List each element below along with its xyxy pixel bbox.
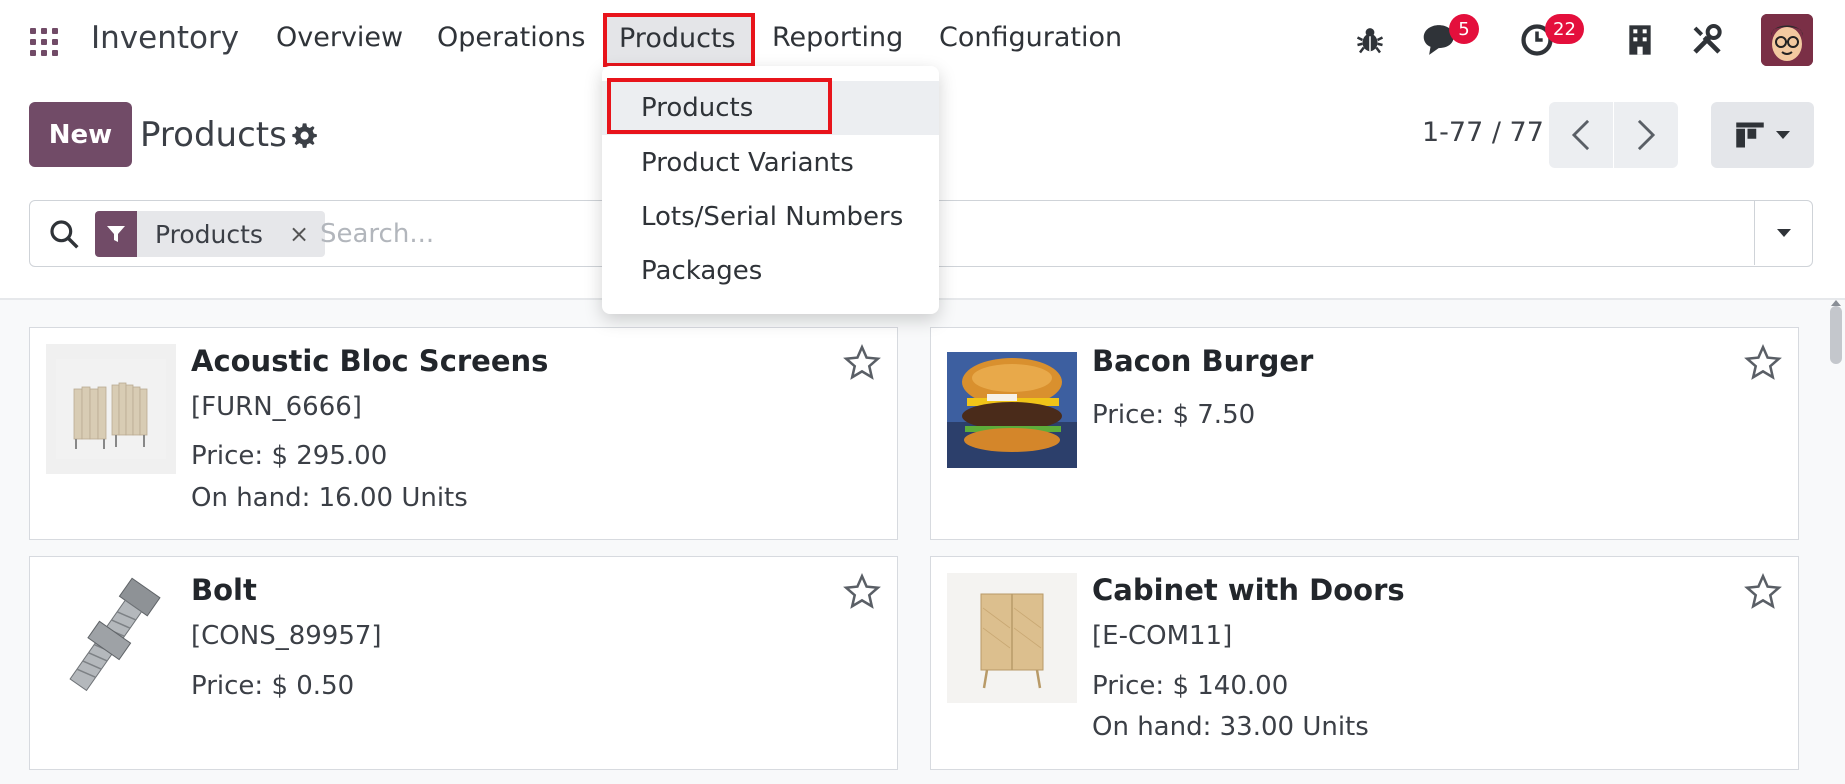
product-ref: [CONS_89957] [191,621,382,651]
product-ref: [FURN_6666] [191,392,362,422]
new-button[interactable]: New [29,102,132,167]
product-price: Price: $ 295.00 [191,441,388,471]
product-price: Price: $ 7.50 [1092,400,1256,430]
menu-configuration[interactable]: Configuration [939,22,1122,53]
chevron-left-icon [1571,119,1590,151]
menu-reporting[interactable]: Reporting [772,22,903,53]
search-facet: Products × [95,211,326,257]
product-name: Acoustic Bloc Screens [191,344,549,378]
product-price: Price: $ 0.50 [191,671,355,701]
page-title: Products [140,115,287,155]
building-icon[interactable] [1618,18,1662,62]
gear-icon[interactable] [290,121,318,149]
search-options-toggle[interactable] [1754,201,1812,265]
dropdown-item-product-variants[interactable]: Product Variants [602,136,939,190]
products-dropdown-menu: Products Product Variants Lots/Serial Nu… [602,66,939,314]
product-card[interactable]: Bolt [CONS_89957] Price: $ 0.50 [29,556,898,770]
product-name: Bacon Burger [1092,344,1314,378]
dropdown-item-lots-serial-numbers[interactable]: Lots/Serial Numbers [602,190,939,244]
view-switcher-button[interactable] [1711,102,1814,168]
product-card[interactable]: Cabinet with Doors [E-COM11] Price: $ 14… [930,556,1799,770]
search-icon[interactable] [48,218,80,250]
facet-remove-icon[interactable]: × [289,220,309,248]
cabinet-image [947,573,1077,703]
star-icon[interactable] [1744,344,1782,382]
tools-icon[interactable] [1685,18,1729,62]
caret-down-icon [1775,131,1790,139]
acoustic-screens-image [46,344,176,474]
star-icon[interactable] [843,573,881,611]
dropdown-item-packages[interactable]: Packages [602,244,939,298]
bolt-image [46,573,176,703]
scrollbar-thumb[interactable] [1830,306,1842,364]
chevron-right-icon [1637,119,1656,151]
product-ref: [E-COM11] [1092,621,1233,651]
burger-image [947,352,1077,468]
facet-label: Products [155,219,263,249]
pager-value[interactable]: 1-77 / 77 [1422,117,1544,148]
product-price: Price: $ 140.00 [1092,671,1289,701]
app-name[interactable]: Inventory [91,20,239,56]
menu-overview[interactable]: Overview [276,22,403,53]
avatar[interactable] [1761,14,1813,66]
kanban-view-icon [1735,122,1764,148]
pager-next-button[interactable] [1614,102,1678,168]
star-icon[interactable] [843,344,881,382]
product-card[interactable]: Acoustic Bloc Screens [FURN_6666] Price:… [29,327,898,540]
highlight-box [607,78,832,134]
bug-icon[interactable] [1348,18,1392,62]
menu-operations[interactable]: Operations [437,22,585,53]
product-on-hand: On hand: 16.00 Units [191,483,468,513]
messages-badge: 5 [1449,14,1479,44]
product-card[interactable]: Bacon Burger Price: $ 7.50 [930,327,1799,540]
pager-previous-button[interactable] [1549,102,1613,168]
menu-products[interactable]: Products [603,13,755,67]
product-on-hand: On hand: 33.00 Units [1092,712,1369,742]
menu-products-label: Products [619,23,736,54]
product-name: Cabinet with Doors [1092,573,1405,607]
filter-icon [95,211,137,257]
caret-down-icon [1776,229,1791,237]
apps-grid-icon[interactable] [28,26,60,58]
product-name: Bolt [191,573,257,607]
star-icon[interactable] [1744,573,1782,611]
activities-badge: 22 [1545,14,1584,44]
